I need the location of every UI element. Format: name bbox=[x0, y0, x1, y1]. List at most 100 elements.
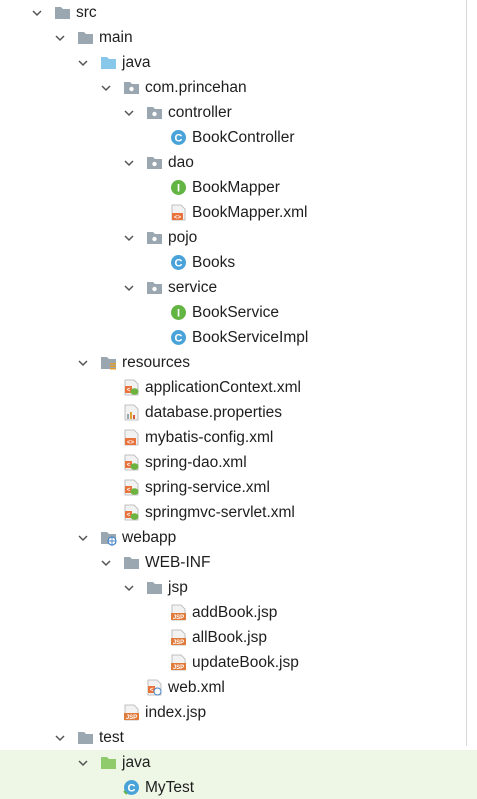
tree-item-test[interactable]: test bbox=[0, 725, 477, 750]
tree-item-java[interactable]: java bbox=[0, 50, 477, 75]
chevron-down-icon[interactable] bbox=[76, 56, 90, 70]
svg-text:I: I bbox=[177, 183, 180, 195]
jsp-file-icon: JSP bbox=[170, 654, 187, 671]
class-icon: C bbox=[170, 129, 187, 146]
tree-item-com-princehan[interactable]: com.princehan bbox=[0, 75, 477, 100]
tree-item-mytest[interactable]: C MyTest bbox=[0, 775, 477, 799]
tree-item-src[interactable]: src bbox=[0, 0, 477, 25]
tree-item-mybatis-config-xml[interactable]: <> mybatis-config.xml bbox=[0, 425, 477, 450]
chevron-down-icon[interactable] bbox=[53, 31, 67, 45]
tree-item-updatebook-jsp[interactable]: JSP updateBook.jsp bbox=[0, 650, 477, 675]
chevron-down-icon[interactable] bbox=[122, 106, 136, 120]
test-class-icon: C bbox=[123, 779, 140, 796]
tree-item-label: index.jsp bbox=[145, 704, 207, 721]
tree-item-java[interactable]: java bbox=[0, 750, 477, 775]
package-icon bbox=[146, 229, 163, 246]
package-icon bbox=[146, 154, 163, 171]
tree-item-service[interactable]: service bbox=[0, 275, 477, 300]
tree-item-label: resources bbox=[122, 354, 191, 371]
svg-text:<: < bbox=[127, 463, 131, 469]
chevron-down-icon[interactable] bbox=[53, 731, 67, 745]
tree-item-label: java bbox=[122, 54, 151, 71]
tree-item-controller[interactable]: controller bbox=[0, 100, 477, 125]
tree-item-bookmapper[interactable]: I BookMapper bbox=[0, 175, 477, 200]
tree-item-label: BookMapper bbox=[192, 179, 280, 196]
folder-icon bbox=[77, 729, 94, 746]
folder-icon bbox=[123, 554, 140, 571]
svg-text:JSP: JSP bbox=[173, 615, 184, 621]
tree-item-label: springmvc-servlet.xml bbox=[145, 504, 295, 521]
tree-item-label: spring-dao.xml bbox=[145, 454, 247, 471]
web-folder-icon bbox=[100, 529, 117, 546]
chevron-down-icon[interactable] bbox=[122, 281, 136, 295]
chevron-down-icon[interactable] bbox=[30, 6, 44, 20]
svg-text:<: < bbox=[127, 513, 131, 519]
tree-item-label: BookService bbox=[192, 304, 280, 321]
chevron-down-icon[interactable] bbox=[76, 756, 90, 770]
svg-text:<: < bbox=[127, 488, 131, 494]
tree-item-web-xml[interactable]: < web.xml bbox=[0, 675, 477, 700]
tree-item-spring-service-xml[interactable]: < spring-service.xml bbox=[0, 475, 477, 500]
tree-item-bookserviceimpl[interactable]: C BookServiceImpl bbox=[0, 325, 477, 350]
package-icon bbox=[123, 79, 140, 96]
tree-item-allbook-jsp[interactable]: JSP allBook.jsp bbox=[0, 625, 477, 650]
tree-item-label: com.princehan bbox=[145, 79, 247, 96]
tree-item-addbook-jsp[interactable]: JSP addBook.jsp bbox=[0, 600, 477, 625]
tree-item-webapp[interactable]: webapp bbox=[0, 525, 477, 550]
properties-file-icon bbox=[123, 404, 140, 421]
folder-icon bbox=[146, 579, 163, 596]
tree-item-label: main bbox=[99, 29, 133, 46]
tree-item-applicationcontext-xml[interactable]: < applicationContext.xml bbox=[0, 375, 477, 400]
tree-item-database-properties[interactable]: database.properties bbox=[0, 400, 477, 425]
tree-item-dao[interactable]: dao bbox=[0, 150, 477, 175]
jsp-file-icon: JSP bbox=[170, 604, 187, 621]
tree-item-bookservice[interactable]: I BookService bbox=[0, 300, 477, 325]
tree-item-resources[interactable]: resources bbox=[0, 350, 477, 375]
chevron-down-icon[interactable] bbox=[122, 156, 136, 170]
tree-item-label: addBook.jsp bbox=[192, 604, 278, 621]
tree-item-label: webapp bbox=[122, 529, 177, 546]
xml-file-icon: <> bbox=[170, 204, 187, 221]
svg-text:C: C bbox=[175, 258, 183, 270]
chevron-down-icon[interactable] bbox=[99, 556, 113, 570]
tree-item-index-jsp[interactable]: JSP index.jsp bbox=[0, 700, 477, 725]
chevron-down-icon[interactable] bbox=[122, 581, 136, 595]
project-tree: src main java com.princehan controller C BookC… bbox=[0, 0, 477, 799]
tree-item-main[interactable]: main bbox=[0, 25, 477, 50]
chevron-down-icon[interactable] bbox=[99, 81, 113, 95]
tree-item-label: Books bbox=[192, 254, 236, 271]
chevron-down-icon[interactable] bbox=[76, 356, 90, 370]
tree-item-jsp[interactable]: jsp bbox=[0, 575, 477, 600]
svg-text:JSP: JSP bbox=[173, 640, 184, 646]
tree-item-pojo[interactable]: pojo bbox=[0, 225, 477, 250]
package-icon bbox=[146, 279, 163, 296]
svg-text:<: < bbox=[127, 388, 131, 394]
tree-item-label: src bbox=[76, 4, 97, 21]
folder-icon bbox=[54, 4, 71, 21]
tree-item-label: pojo bbox=[168, 229, 198, 246]
tree-item-label: allBook.jsp bbox=[192, 629, 267, 646]
tree-item-bookmapper-xml[interactable]: <> BookMapper.xml bbox=[0, 200, 477, 225]
tree-item-books[interactable]: C Books bbox=[0, 250, 477, 275]
interface-icon: I bbox=[170, 179, 187, 196]
tree-item-label: applicationContext.xml bbox=[145, 379, 301, 396]
svg-text:JSP: JSP bbox=[126, 715, 137, 721]
tree-item-springmvc-servlet-xml[interactable]: < springmvc-servlet.xml bbox=[0, 500, 477, 525]
chevron-down-icon[interactable] bbox=[76, 531, 90, 545]
svg-text:JSP: JSP bbox=[173, 665, 184, 671]
chevron-down-icon[interactable] bbox=[122, 231, 136, 245]
tree-item-label: BookServiceImpl bbox=[192, 329, 309, 346]
tree-item-web-inf[interactable]: WEB-INF bbox=[0, 550, 477, 575]
folder-icon bbox=[77, 29, 94, 46]
tree-item-label: dao bbox=[168, 154, 194, 171]
tree-item-spring-dao-xml[interactable]: < spring-dao.xml bbox=[0, 450, 477, 475]
web-xml-icon: < bbox=[146, 679, 163, 696]
tree-item-label: mybatis-config.xml bbox=[145, 429, 274, 446]
class-icon: C bbox=[170, 254, 187, 271]
tree-item-label: test bbox=[99, 729, 124, 746]
spring-xml-icon: < bbox=[123, 504, 140, 521]
xml-file-icon: <> bbox=[123, 429, 140, 446]
interface-icon: I bbox=[170, 304, 187, 321]
svg-text:I: I bbox=[177, 308, 180, 320]
tree-item-bookcontroller[interactable]: C BookController bbox=[0, 125, 477, 150]
